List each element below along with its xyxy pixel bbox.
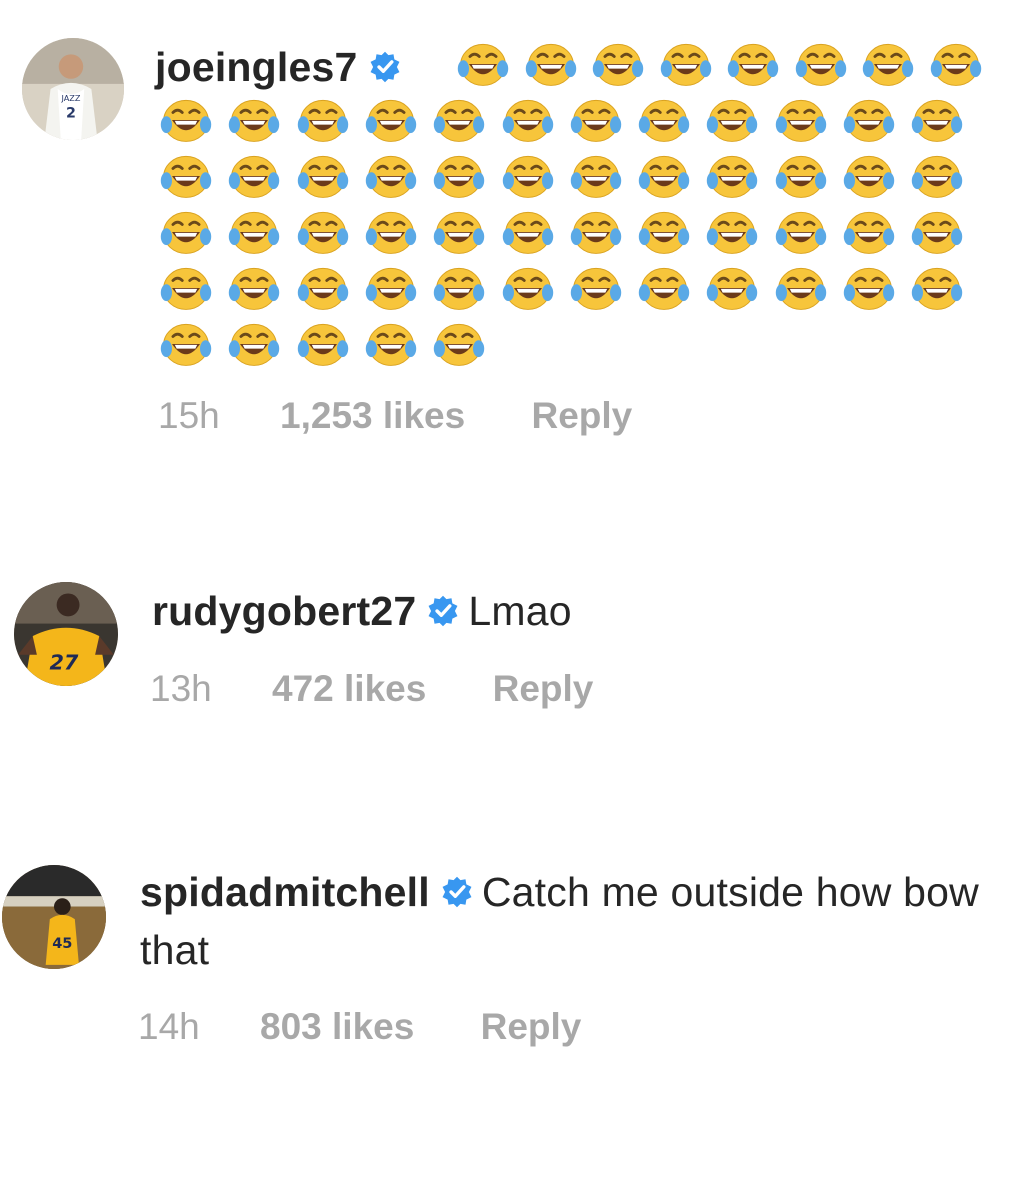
face-with-tears-of-joy-icon [431, 316, 487, 372]
comment-meta: 13h 472 likes Reply [150, 668, 593, 710]
face-with-tears-of-joy-icon [431, 92, 487, 148]
verified-badge-icon [426, 594, 460, 628]
face-with-tears-of-joy-icon [363, 92, 419, 148]
face-with-tears-of-joy-icon [860, 36, 916, 92]
face-with-tears-of-joy-icon [636, 148, 692, 204]
face-with-tears-of-joy-icon [295, 148, 351, 204]
avatar[interactable]: 2 JAZZ [22, 38, 124, 140]
comment-time: 14h [138, 1006, 200, 1047]
verified-badge-icon [440, 875, 474, 909]
reply-button[interactable]: Reply [531, 395, 632, 437]
face-with-tears-of-joy-icon [841, 92, 897, 148]
face-with-tears-of-joy-icon [568, 92, 624, 148]
face-with-tears-of-joy-icon [841, 148, 897, 204]
face-with-tears-of-joy-icon [455, 36, 511, 92]
face-with-tears-of-joy-icon [704, 204, 760, 260]
face-with-tears-of-joy-icon [295, 316, 351, 372]
likes-count[interactable]: 472 likes [272, 668, 426, 710]
face-with-tears-of-joy-icon [226, 204, 282, 260]
face-with-tears-of-joy-icon [658, 36, 714, 92]
face-with-tears-of-joy-icon [773, 92, 829, 148]
face-with-tears-of-joy-icon [431, 204, 487, 260]
face-with-tears-of-joy-icon [704, 148, 760, 204]
face-with-tears-of-joy-icon [158, 92, 214, 148]
face-with-tears-of-joy-icon [636, 204, 692, 260]
svg-text:45: 45 [52, 935, 72, 952]
face-with-tears-of-joy-icon [909, 148, 965, 204]
face-with-tears-of-joy-icon [636, 260, 692, 316]
reply-button[interactable]: Reply [493, 668, 594, 710]
comment-meta: 15h 1,253 likes Reply [158, 395, 632, 437]
comment-time: 15h [158, 395, 220, 436]
svg-text:2: 2 [66, 106, 76, 122]
face-with-tears-of-joy-icon [363, 148, 419, 204]
comment-body: joeingles7 [155, 38, 410, 96]
face-with-tears-of-joy-icon [773, 260, 829, 316]
comment-meta: 14h 803 likes Reply [138, 1006, 581, 1048]
face-with-tears-of-joy-icon [431, 260, 487, 316]
face-with-tears-of-joy-icon [500, 204, 556, 260]
face-with-tears-of-joy-icon [226, 260, 282, 316]
comment-time: 13h [150, 668, 212, 709]
face-with-tears-of-joy-icon [226, 148, 282, 204]
avatar[interactable]: 45 [2, 865, 106, 969]
face-with-tears-of-joy-icon [226, 92, 282, 148]
face-with-tears-of-joy-icon [773, 148, 829, 204]
face-with-tears-of-joy-icon [500, 148, 556, 204]
likes-count[interactable]: 1,253 likes [280, 395, 465, 437]
username[interactable]: rudygobert27 [152, 588, 416, 634]
svg-text:JAZZ: JAZZ [60, 93, 80, 103]
face-with-tears-of-joy-icon [363, 260, 419, 316]
face-with-tears-of-joy-icon [568, 204, 624, 260]
face-with-tears-of-joy-icon [590, 36, 646, 92]
face-with-tears-of-joy-icon [523, 36, 579, 92]
face-with-tears-of-joy-icon [158, 148, 214, 204]
face-with-tears-of-joy-icon [568, 260, 624, 316]
face-with-tears-of-joy-icon [841, 204, 897, 260]
comment-body: rudygobert27 Lmao [152, 582, 572, 640]
face-with-tears-of-joy-icon [158, 204, 214, 260]
username[interactable]: joeingles7 [155, 44, 358, 90]
face-with-tears-of-joy-icon [363, 204, 419, 260]
username[interactable]: spidadmitchell [140, 869, 430, 915]
avatar[interactable]: 27 [14, 582, 118, 686]
face-with-tears-of-joy-icon [295, 92, 351, 148]
face-with-tears-of-joy-icon [568, 148, 624, 204]
face-with-tears-of-joy-icon [636, 92, 692, 148]
face-with-tears-of-joy-icon [841, 260, 897, 316]
face-with-tears-of-joy-icon [704, 92, 760, 148]
face-with-tears-of-joy-icon [226, 316, 282, 372]
face-with-tears-of-joy-icon [158, 260, 214, 316]
face-with-tears-of-joy-icon [295, 260, 351, 316]
svg-text:27: 27 [49, 650, 78, 674]
face-with-tears-of-joy-icon [725, 36, 781, 92]
face-with-tears-of-joy-icon [773, 204, 829, 260]
verified-badge-icon [368, 50, 402, 84]
face-with-tears-of-joy-icon [928, 36, 984, 92]
face-with-tears-of-joy-icon [500, 260, 556, 316]
face-with-tears-of-joy-icon [158, 316, 214, 372]
face-with-tears-of-joy-icon [431, 148, 487, 204]
face-with-tears-of-joy-icon [909, 92, 965, 148]
face-with-tears-of-joy-icon [295, 204, 351, 260]
likes-count[interactable]: 803 likes [260, 1006, 414, 1048]
face-with-tears-of-joy-icon [500, 92, 556, 148]
face-with-tears-of-joy-icon [363, 316, 419, 372]
comment-body: spidadmitchell Catch me outside how bow … [140, 863, 1020, 979]
face-with-tears-of-joy-icon [909, 204, 965, 260]
face-with-tears-of-joy-icon [793, 36, 849, 92]
face-with-tears-of-joy-icon [909, 260, 965, 316]
face-with-tears-of-joy-icon [704, 260, 760, 316]
reply-button[interactable]: Reply [481, 1006, 582, 1048]
comment-text: Lmao [468, 588, 572, 634]
